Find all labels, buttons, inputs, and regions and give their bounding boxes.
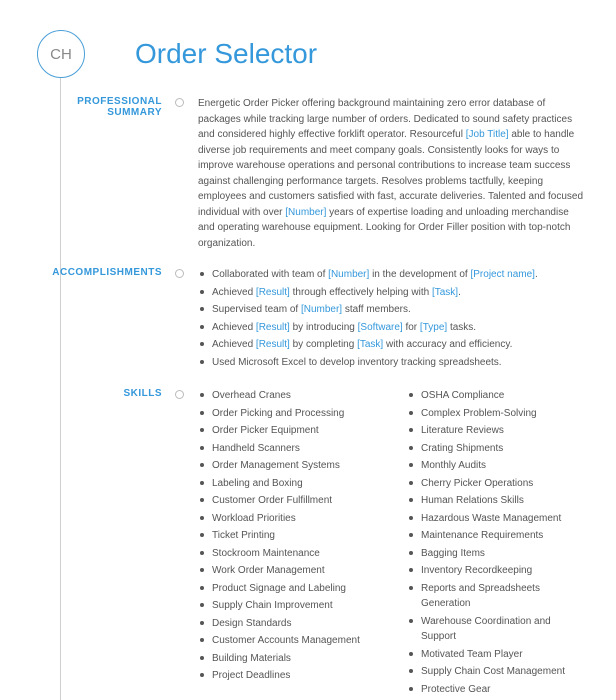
section-summary: PROFESSIONAL SUMMARY Energetic Order Pic… [30, 96, 586, 251]
body-text: through effectively helping with [290, 287, 432, 298]
resume-title: Order Selector [135, 38, 317, 70]
list-item: Customer Order Fulfillment [198, 493, 377, 509]
list-item: Cherry Picker Operations [407, 476, 586, 492]
list-item: Crating Shipments [407, 441, 586, 457]
placeholder-text: [Type] [420, 322, 447, 333]
body-text: Used Microsoft Excel to develop inventor… [212, 357, 502, 368]
body-text: Collaborated with team of [212, 269, 328, 280]
body-text: able to handle diverse job requirements … [198, 129, 583, 218]
list-item: Protective Gear [407, 682, 586, 698]
list-item: Order Management Systems [198, 458, 377, 474]
list-item: Customer Accounts Management [198, 633, 377, 649]
list-item: Design Standards [198, 616, 377, 632]
list-item: Workload Priorities [198, 511, 377, 527]
body-text: . [458, 287, 461, 298]
body-text: in the development of [369, 269, 470, 280]
list-item: Work Order Management [198, 563, 377, 579]
body-text: Supervised team of [212, 304, 301, 315]
list-item: Warehouse Coordination and Support [407, 614, 586, 645]
list-item: Hazardous Waste Management [407, 511, 586, 527]
placeholder-text: [Result] [256, 339, 290, 350]
placeholder-text: [Task] [432, 287, 458, 298]
body-text: by completing [290, 339, 357, 350]
list-item: Literature Reviews [407, 423, 586, 439]
list-item: Overhead Cranes [198, 388, 377, 404]
section-label-skills: SKILLS [30, 388, 180, 699]
list-item: Maintenance Requirements [407, 528, 586, 544]
placeholder-text: [Result] [256, 322, 290, 333]
list-item: Product Signage and Labeling [198, 581, 377, 597]
list-item: Motivated Team Player [407, 647, 586, 663]
list-item: Achieved [Result] by completing [Task] w… [198, 337, 586, 353]
list-item: Supply Chain Cost Management [407, 664, 586, 680]
list-item: Supervised team of [Number] staff member… [198, 302, 586, 318]
body-text: Achieved [212, 339, 256, 350]
placeholder-text: [Task] [357, 339, 383, 350]
resume-header: CH Order Selector [30, 30, 586, 78]
list-item: Complex Problem-Solving [407, 406, 586, 422]
placeholder-text: [Job Title] [466, 129, 509, 140]
body-text: tasks. [447, 322, 476, 333]
placeholder-text: [Software] [358, 322, 403, 333]
placeholder-text: [Number] [285, 207, 326, 218]
body-text: Achieved [212, 287, 256, 298]
list-item: Reports and Spreadsheets Generation [407, 581, 586, 612]
list-item: Inventory Recordkeeping [407, 563, 586, 579]
list-item: Ticket Printing [198, 528, 377, 544]
section-skills: SKILLS Overhead Cranes Order Picking and … [30, 388, 586, 699]
placeholder-text: [Project name] [470, 269, 534, 280]
section-label-accomplishments: ACCOMPLISHMENTS [30, 267, 180, 372]
body-text: staff members. [342, 304, 411, 315]
list-item: Collaborated with team of [Number] in th… [198, 267, 586, 283]
placeholder-text: [Number] [328, 269, 369, 280]
body-text: for [403, 322, 420, 333]
section-accomplishments: ACCOMPLISHMENTS Collaborated with team o… [30, 267, 586, 372]
skills-list: Overhead Cranes Order Picking and Process… [180, 388, 586, 699]
list-item: Achieved [Result] by introducing [Softwa… [198, 320, 586, 336]
list-item: Order Picking and Processing [198, 406, 377, 422]
list-item: Used Microsoft Excel to develop inventor… [198, 355, 586, 371]
list-item: Labeling and Boxing [198, 476, 377, 492]
body-text: . [535, 269, 538, 280]
list-item: Supply Chain Improvement [198, 598, 377, 614]
list-item: Order Picker Equipment [198, 423, 377, 439]
list-item: Monthly Audits [407, 458, 586, 474]
avatar-initials: CH [37, 30, 85, 78]
body-text: Achieved [212, 322, 256, 333]
list-item: Achieved [Result] through effectively he… [198, 285, 586, 301]
list-item: Building Materials [198, 651, 377, 667]
summary-text: Energetic Order Picker offering backgrou… [180, 96, 586, 251]
placeholder-text: [Result] [256, 287, 290, 298]
accomplishments-list: Collaborated with team of [Number] in th… [180, 267, 586, 372]
list-item: Handheld Scanners [198, 441, 377, 457]
body-text: with accuracy and efficiency. [383, 339, 512, 350]
list-item: Stockroom Maintenance [198, 546, 377, 562]
placeholder-text: [Number] [301, 304, 342, 315]
list-item: Project Deadlines [198, 668, 377, 684]
list-item: Bagging Items [407, 546, 586, 562]
body-text: by introducing [290, 322, 358, 333]
list-item: Human Relations Skills [407, 493, 586, 509]
section-label-summary: PROFESSIONAL SUMMARY [30, 96, 180, 251]
list-item: OSHA Compliance [407, 388, 586, 404]
